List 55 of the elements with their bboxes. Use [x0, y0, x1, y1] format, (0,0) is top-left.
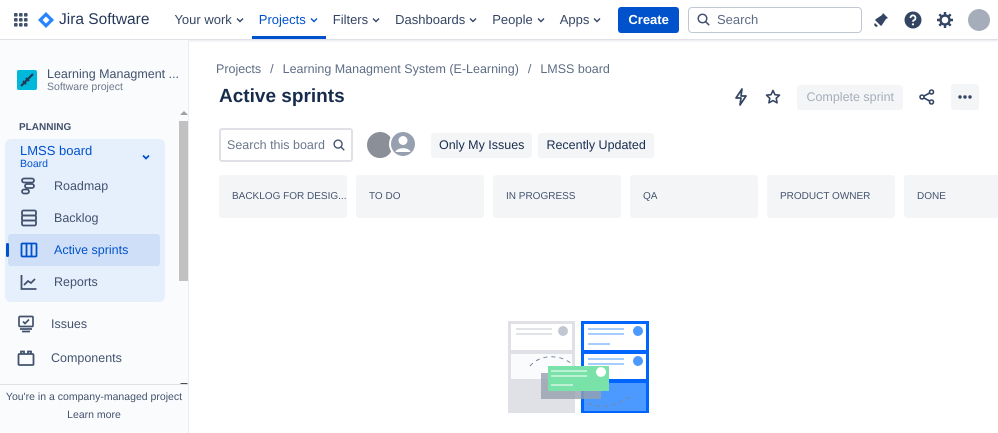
- product-name: Jira Software: [59, 10, 150, 28]
- page-title: Active sprints: [219, 86, 346, 108]
- column-header: IN PROGRESS: [493, 175, 621, 218]
- sidebar-item[interactable]: Issues: [5, 308, 157, 340]
- board-search-field[interactable]: Search this board: [219, 128, 353, 162]
- chart-icon: [20, 273, 38, 291]
- section-heading: PLANNING: [19, 122, 72, 133]
- search-icon: [333, 139, 345, 151]
- board-switcher[interactable]: LMSS board Board: [8, 143, 165, 170]
- project-logo-icon: [17, 70, 37, 90]
- columns-icon: [20, 241, 38, 259]
- breadcrumb-separator: /: [270, 62, 274, 76]
- more-dots-icon: [958, 95, 972, 99]
- sidebar-item[interactable]: Active sprints: [8, 234, 160, 266]
- lightning-icon[interactable]: [733, 88, 750, 106]
- quick-filter-button[interactable]: Only My Issues: [431, 132, 532, 158]
- project-name: Learning Managment ...: [47, 67, 180, 81]
- scrollbar[interactable]: [179, 110, 188, 384]
- help-icon[interactable]: [904, 10, 922, 28]
- search-field[interactable]: Search: [688, 6, 862, 32]
- nav-menu[interactable]: Filters: [326, 0, 388, 39]
- roadmap-icon: [20, 177, 38, 195]
- sidebar-item[interactable]: Components: [5, 342, 157, 374]
- breadcrumb-separator: /: [528, 62, 532, 76]
- project-type: Software project: [47, 81, 124, 93]
- nav-menu[interactable]: Dashboards: [388, 0, 486, 39]
- nav-menu[interactable]: Apps: [552, 0, 610, 39]
- nav-menu[interactable]: People: [485, 0, 553, 39]
- column-header: BACKLOG FOR DESIG...: [219, 175, 347, 218]
- create-button[interactable]: Create: [618, 6, 679, 32]
- user-silhouette-icon[interactable]: [389, 130, 417, 158]
- nav-menu[interactable]: Your work: [167, 0, 252, 39]
- nav-menu[interactable]: Projects: [252, 0, 326, 39]
- breadcrumb-link[interactable]: Learning Managment System (E-Learning): [282, 62, 519, 76]
- column-header: PRODUCT OWNER: [767, 175, 895, 218]
- settings-icon[interactable]: [936, 10, 954, 28]
- footer-text: You're in a company-managed project: [6, 391, 182, 403]
- components-icon: [17, 349, 35, 367]
- diamond-logo-icon: [38, 12, 54, 28]
- share-icon[interactable]: [919, 89, 935, 105]
- column-header: TO DO: [356, 175, 484, 218]
- sidebar-item[interactable]: Roadmap: [8, 170, 160, 202]
- breadcrumb-link[interactable]: LMSS board: [540, 62, 610, 76]
- column-header: DONE: [904, 175, 998, 218]
- monitor-check-icon: [17, 315, 35, 333]
- column-header: QA: [630, 175, 758, 218]
- more-button[interactable]: [951, 84, 979, 110]
- star-icon[interactable]: [765, 89, 782, 105]
- quick-filter-button[interactable]: Recently Updated: [538, 132, 654, 158]
- search-icon: [697, 13, 710, 26]
- breadcrumb-link[interactable]: Projects: [216, 62, 262, 76]
- sidebar-item[interactable]: Reports: [8, 266, 160, 298]
- sidebar-item[interactable]: Backlog: [8, 202, 160, 234]
- backlog-icon: [20, 209, 38, 227]
- learn-more-link[interactable]: Learn more: [67, 409, 121, 421]
